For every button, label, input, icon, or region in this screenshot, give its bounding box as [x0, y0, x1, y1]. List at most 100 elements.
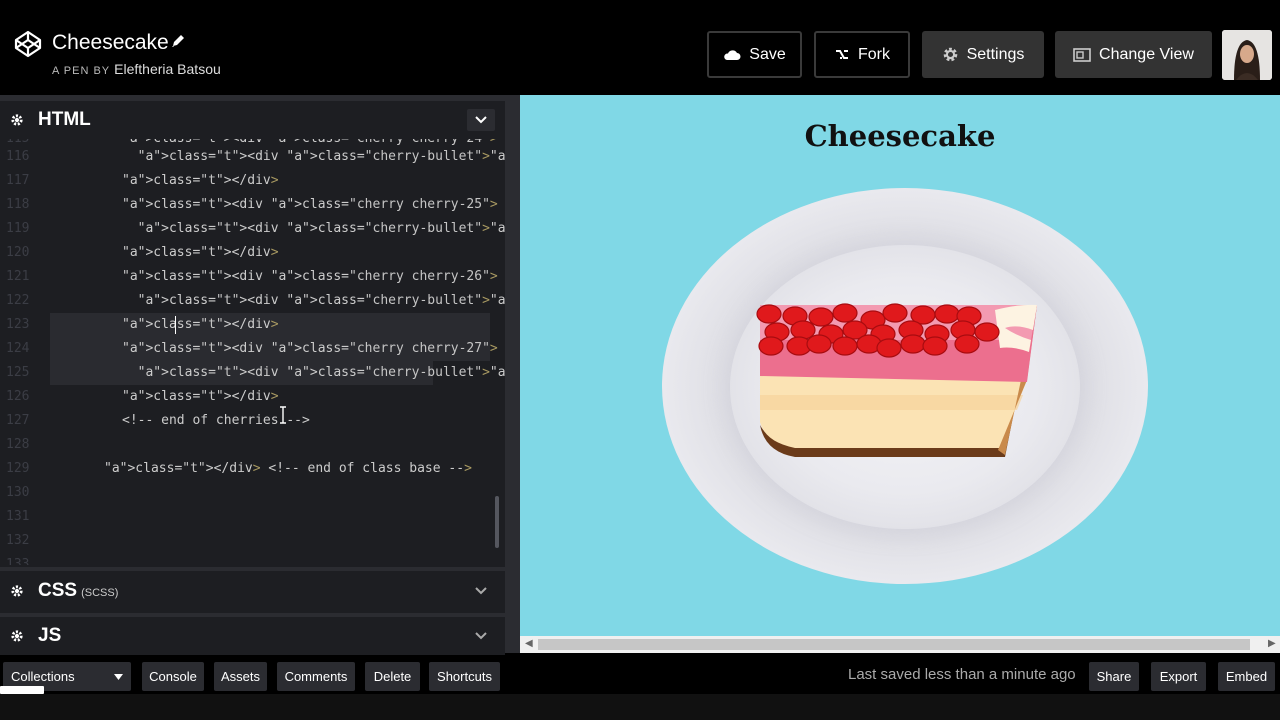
css-panel-toggle[interactable]	[467, 580, 495, 602]
js-panel-title: JS	[38, 625, 62, 646]
code-line: 133	[0, 553, 490, 565]
change-view-button[interactable]: Change View	[1055, 31, 1212, 78]
export-button[interactable]: Export	[1151, 662, 1206, 691]
pen-author-line: A PEN BY Eleftheria Batsou	[52, 60, 221, 80]
code-text: "a">class="t"><div "a">class="cherry che…	[122, 197, 498, 212]
editor-scrollbar-thumb[interactable]	[495, 496, 499, 548]
js-panel-header[interactable]: JS	[0, 613, 505, 655]
codepen-editor-window: Cheesecake A PEN BY Eleftheria Batsou Sav…	[0, 0, 1280, 720]
code-line: 129 "a">class="t"></div> <!-- end of clas…	[0, 457, 490, 481]
gear-icon	[943, 47, 957, 62]
code-line: 120 "a">class="t"></div>	[0, 241, 490, 265]
scroll-left-arrow-icon[interactable]: ◀	[525, 638, 533, 649]
chevron-down-icon	[475, 587, 487, 595]
settings-label: Settings	[966, 45, 1025, 63]
preview-horizontal-scrollbar[interactable]: ◀ ▶	[520, 636, 1280, 653]
line-number: 120	[6, 245, 30, 260]
code-line: 130	[0, 481, 490, 505]
js-panel-toggle[interactable]	[467, 625, 495, 647]
code-text: "a">class="t"></div> <!-- end of class b…	[104, 461, 472, 476]
collections-label: Collections	[11, 669, 75, 684]
codepen-logo-icon[interactable]	[14, 30, 42, 58]
code-text: "a">class="t"></div>	[122, 317, 279, 332]
pen-title[interactable]: Cheesecake	[52, 30, 169, 56]
html-panel-toggle[interactable]	[467, 109, 495, 131]
code-line: 117 "a">class="t"></div>	[0, 169, 490, 193]
css-title-text: CSS	[38, 580, 78, 601]
code-line-selected: 125 "a">class="t"><div "a">class="cherry…	[6, 361, 505, 385]
cheesecake-illustration	[756, 303, 1037, 457]
last-saved-status: Last saved less than a minute ago	[848, 666, 1076, 683]
chevron-down-icon	[475, 632, 487, 640]
line-number: 125	[6, 365, 30, 380]
code-line: 127 <!-- end of cherries -->	[0, 409, 490, 433]
line-number: 132	[6, 533, 30, 548]
bottom-scroll-indicator	[0, 686, 44, 694]
code-line-selected: 124 "a">class="t"><div "a">class="cherry …	[6, 337, 498, 361]
embed-button[interactable]: Embed	[1218, 662, 1275, 691]
line-number: 121	[6, 269, 30, 284]
shortcuts-button[interactable]: Shortcuts	[429, 662, 500, 691]
result-preview[interactable]: Cheesecake	[520, 95, 1280, 636]
line-number: 122	[6, 293, 30, 308]
gear-icon[interactable]	[10, 584, 24, 598]
pencil-icon[interactable]	[170, 33, 186, 49]
code-line: 118 "a">class="t"><div "a">class="cherry …	[0, 193, 498, 217]
chevron-down-icon	[475, 116, 487, 124]
code-line-selected: 123 "a">class="t"></div>	[6, 313, 490, 337]
html-code-editor[interactable]: 115"a">class="t"><div "a">class="cherry …	[0, 139, 505, 565]
gear-icon[interactable]	[10, 629, 24, 643]
line-number: 123	[6, 317, 30, 332]
code-text: "a">class="t"><div "a">class="cherry che…	[122, 341, 498, 356]
text-caret	[175, 316, 176, 334]
fork-icon	[836, 49, 848, 59]
fork-label: Fork	[858, 45, 890, 63]
code-line: 131	[0, 505, 490, 529]
line-number: 130	[6, 485, 30, 500]
bottom-strip	[0, 694, 1280, 720]
user-avatar[interactable]	[1222, 30, 1272, 80]
code-text: "a">class="t"></div>	[122, 389, 279, 404]
line-number: 118	[6, 197, 30, 212]
text-cursor-icon	[280, 406, 286, 424]
delete-button[interactable]: Delete	[365, 662, 420, 691]
code-text: "a">class="t"><div "a">class="cherry-bul…	[137, 221, 505, 236]
code-line: 116 "a">class="t"><div "a">class="cherry…	[0, 145, 505, 169]
footer-bar: Collections Console Assets Comments Dele…	[0, 660, 1280, 694]
line-number: 116	[6, 149, 30, 164]
cloud-icon	[724, 49, 741, 60]
code-line: 126 "a">class="t"></div>	[0, 385, 490, 409]
pen-by-label: A PEN BY	[52, 65, 111, 77]
line-number: 133	[6, 557, 30, 565]
settings-button[interactable]: Settings	[922, 31, 1044, 78]
change-view-icon	[1073, 47, 1091, 62]
gear-icon[interactable]	[10, 113, 24, 127]
save-label: Save	[749, 45, 786, 63]
code-text: "a">class="t"><div "a">class="cherry-bul…	[137, 365, 505, 380]
code-line: 132	[0, 529, 490, 553]
code-text: "a">class="t"><div "a">class="cherry che…	[122, 269, 498, 284]
author-link[interactable]: Eleftheria Batsou	[114, 61, 221, 77]
code-text: "a">class="t"><div "a">class="cherry-bul…	[137, 149, 505, 164]
scroll-right-arrow-icon[interactable]: ▶	[1268, 638, 1276, 649]
html-panel-header[interactable]: HTML	[0, 95, 505, 139]
share-button[interactable]: Share	[1089, 662, 1139, 691]
line-number: 126	[6, 389, 30, 404]
editor-column: HTML 115"a">class="t"><div "a">class="ch…	[0, 95, 505, 655]
fork-button[interactable]: Fork	[814, 31, 910, 78]
line-number: 124	[6, 341, 30, 356]
code-text: "a">class="t"></div>	[122, 173, 279, 188]
console-button[interactable]: Console	[142, 662, 204, 691]
line-number: 129	[6, 461, 30, 476]
header-bar: Cheesecake A PEN BY Eleftheria Batsou Sav…	[0, 0, 1280, 90]
panel-resize-handle[interactable]	[505, 95, 520, 653]
preview-heading: Cheesecake	[804, 119, 996, 153]
css-panel-header[interactable]: CSS (SCSS)	[0, 567, 505, 611]
scrollbar-thumb[interactable]	[538, 639, 1250, 650]
code-text: "a">class="t"></div>	[122, 245, 279, 260]
line-number: 131	[6, 509, 30, 524]
comments-button[interactable]: Comments	[277, 662, 355, 691]
save-button[interactable]: Save	[707, 31, 802, 78]
code-line: 121 "a">class="t"><div "a">class="cherry …	[0, 265, 498, 289]
assets-button[interactable]: Assets	[214, 662, 267, 691]
